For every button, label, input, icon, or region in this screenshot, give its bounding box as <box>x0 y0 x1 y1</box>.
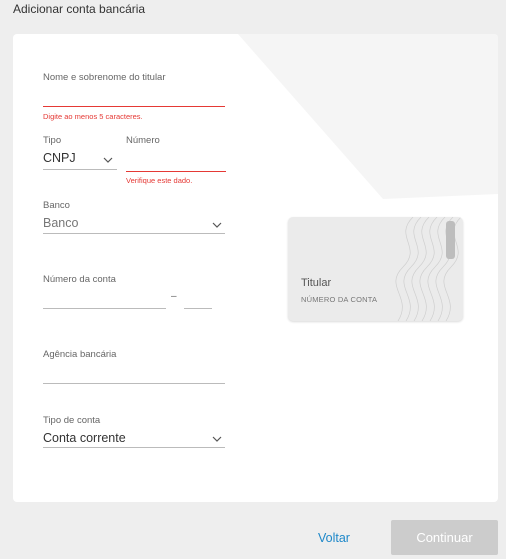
account-type-label: Tipo de conta <box>43 415 101 426</box>
doc-type-label: Tipo <box>43 135 62 146</box>
bank-label: Banco <box>43 200 70 211</box>
account-type-field: Tipo de conta <box>43 415 100 426</box>
agency-field: Agência bancária <box>43 349 116 360</box>
holder-name-label: Nome e sobrenome do titular <box>43 72 166 83</box>
doc-number-field: Número <box>126 135 160 146</box>
agency-input[interactable] <box>43 367 225 384</box>
chevron-down-icon <box>212 436 222 442</box>
bank-value: Banco <box>43 216 79 230</box>
account-separator: – <box>171 291 177 302</box>
doc-number-input[interactable] <box>126 151 226 172</box>
card-holder: Titular <box>301 277 332 289</box>
holder-name-error: Digite ao menos 5 caracteres. <box>43 112 143 121</box>
card-tab <box>446 221 455 259</box>
holder-name-input[interactable] <box>43 92 225 107</box>
holder-name-field: Nome e sobrenome do titular <box>43 72 166 83</box>
doc-type-value: CNPJ <box>43 151 76 165</box>
doc-type-field: Tipo <box>43 135 61 146</box>
account-number-label: Número da conta <box>43 274 116 285</box>
bank-card-preview: Titular NÚMERO DA CONTA <box>288 217 463 321</box>
chevron-down-icon <box>212 222 222 228</box>
card-account-number: NÚMERO DA CONTA <box>301 295 378 304</box>
account-type-value: Conta corrente <box>43 431 126 445</box>
back-button[interactable]: Voltar <box>318 531 350 545</box>
chevron-down-icon <box>103 157 113 163</box>
page-title: Adicionar conta bancária <box>13 2 146 16</box>
doc-number-label: Número <box>126 135 160 146</box>
agency-label: Agência bancária <box>43 349 117 360</box>
account-number-input[interactable] <box>43 292 166 309</box>
account-number-field: Número da conta <box>43 274 116 285</box>
bank-field: Banco <box>43 200 70 211</box>
account-digit-input[interactable] <box>184 292 212 309</box>
continue-button[interactable]: Continuar <box>391 520 498 555</box>
doc-number-error: Verifique este dado. <box>126 176 193 185</box>
form-card: Nome e sobrenome do titular Digite ao me… <box>13 34 498 502</box>
